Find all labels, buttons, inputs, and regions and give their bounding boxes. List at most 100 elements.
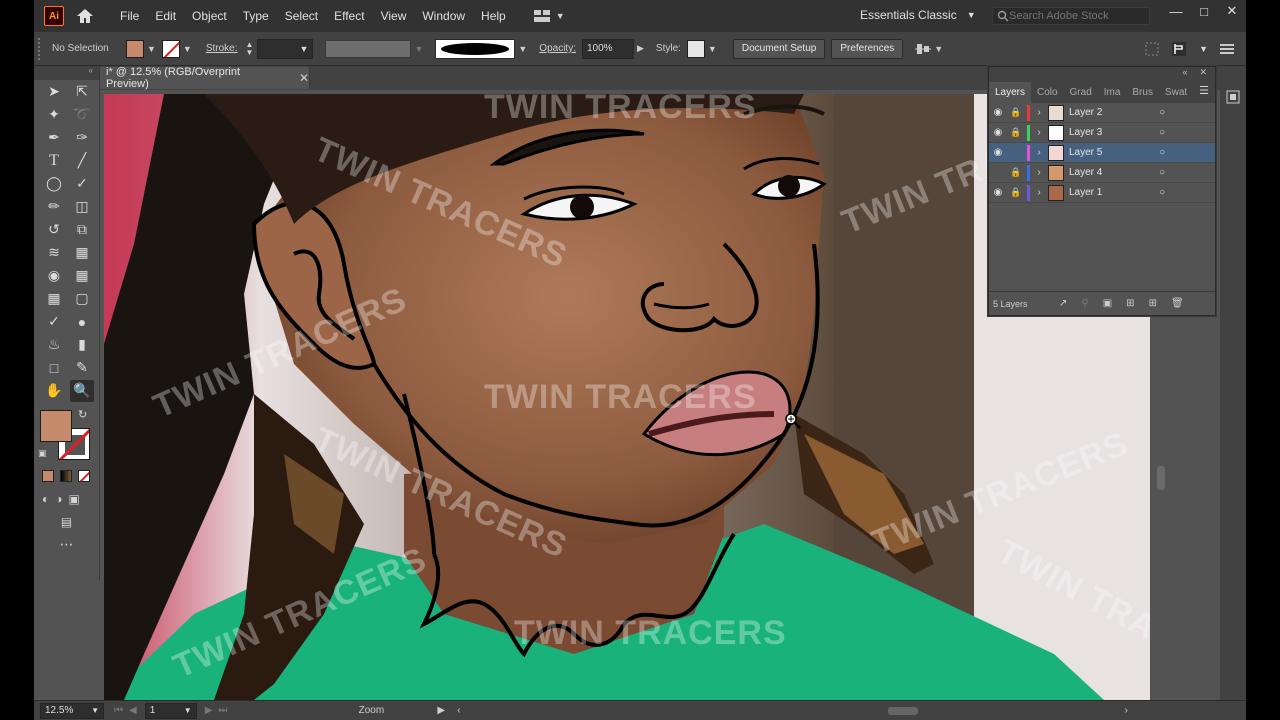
expand-chevron-icon[interactable]: › — [1030, 107, 1048, 118]
last-artboard-icon[interactable]: ⏭ — [218, 705, 227, 716]
chevron-down-icon[interactable]: ▼ — [147, 44, 156, 54]
menu-view[interactable]: View — [373, 9, 415, 23]
menu-window[interactable]: Window — [414, 9, 473, 23]
graph-tool-icon[interactable]: ▮ — [70, 334, 94, 356]
pencil-tool-icon[interactable]: ✏ — [42, 196, 66, 218]
paintbrush-tool-icon[interactable]: ✓ — [70, 173, 94, 195]
expand-chevron-icon[interactable]: › — [1030, 127, 1048, 138]
scale-tool-icon[interactable]: ⧉ — [70, 219, 94, 241]
close-icon[interactable]: ✕ — [299, 71, 309, 85]
fill-color-box[interactable] — [40, 410, 72, 442]
first-artboard-icon[interactable]: ⏮ — [114, 705, 123, 716]
mesh-tool-icon[interactable]: ▦ — [42, 288, 66, 310]
chevron-down-icon[interactable]: ▼ — [414, 44, 423, 54]
pen-tool-icon[interactable]: ✒ — [42, 127, 66, 149]
magic-wand-tool-icon[interactable]: ✦ — [42, 104, 66, 126]
zoom-tool-icon[interactable]: 🔍 — [70, 379, 94, 402]
tab-swatches[interactable]: Swat — [1159, 87, 1193, 103]
shape-builder-tool-icon[interactable]: ◉ — [42, 265, 66, 287]
stroke-swatch[interactable] — [161, 39, 180, 58]
symbol-sprayer-tool-icon[interactable]: ♨ — [42, 334, 66, 356]
lock-icon[interactable]: 🔒 — [1007, 167, 1025, 178]
type-tool-icon[interactable]: T — [42, 150, 66, 172]
layer-row[interactable]: ◉ 🔒 › Layer 1 ○ — [989, 183, 1215, 203]
expand-chevron-icon[interactable]: › — [1030, 187, 1048, 198]
direct-selection-tool-icon[interactable]: ⇱ — [70, 81, 94, 103]
transform-icon[interactable] — [1145, 42, 1159, 56]
locate-object-icon[interactable]: ⚲ — [1081, 298, 1088, 309]
draw-normal-icon[interactable]: ◐ — [42, 492, 49, 506]
menu-help[interactable]: Help — [473, 9, 514, 23]
layer-name[interactable]: Layer 3 — [1069, 127, 1151, 138]
layer-row[interactable]: ◉ 🔒 › Layer 3 ○ — [989, 123, 1215, 143]
layer-row[interactable]: 🔒 › Layer 4 ○ — [989, 163, 1215, 183]
tab-layers[interactable]: Layers — [989, 82, 1031, 103]
layer-row[interactable]: ◉ › Layer 5 ○ — [989, 143, 1215, 163]
panel-menu-icon[interactable]: ☰ — [1193, 84, 1215, 103]
eyedropper-tool-icon[interactable]: ✓ — [42, 311, 66, 333]
fill-swatch[interactable] — [126, 39, 144, 58]
clipping-mask-icon[interactable]: ▣ — [1103, 298, 1112, 309]
visibility-eye-icon[interactable]: ◉ — [989, 107, 1007, 118]
document-tab[interactable]: i* @ 12.5% (RGB/Overprint Preview) ✕ — [100, 66, 310, 90]
draw-behind-icon[interactable]: ◑ — [55, 492, 62, 506]
layer-name[interactable]: Layer 5 — [1069, 147, 1151, 158]
close-button[interactable]: ✕ — [1218, 0, 1246, 22]
align-icon[interactable] — [915, 41, 932, 57]
panel-toggle-icon[interactable] — [1226, 90, 1240, 104]
menu-file[interactable]: File — [112, 9, 147, 23]
width-tool-icon[interactable]: ≋ — [42, 242, 66, 264]
stock-search-input[interactable] — [1009, 10, 1139, 22]
stroke-weight-field[interactable]: ▼ — [257, 38, 314, 59]
selection-tool-icon[interactable]: ➤ — [42, 81, 66, 103]
maximize-button[interactable]: □ — [1190, 0, 1218, 22]
arrange-documents-button[interactable]: ▼ — [533, 10, 565, 22]
visibility-eye-icon[interactable]: ◉ — [989, 147, 1007, 158]
more-tools-icon[interactable]: ⋯ — [60, 536, 74, 553]
minimize-button[interactable]: — — [1162, 0, 1190, 22]
free-transform-tool-icon[interactable]: ▦ — [70, 242, 94, 264]
stroke-weight-stepper[interactable]: ▲ ▼ — [246, 40, 254, 57]
lock-icon[interactable]: 🔒 — [1007, 127, 1025, 138]
tab-brushes[interactable]: Brus — [1126, 87, 1159, 103]
lock-icon[interactable]: 🔒 — [1007, 107, 1025, 118]
hand-tool-icon[interactable]: ✋ — [42, 380, 66, 402]
tab-color[interactable]: Colo — [1031, 87, 1064, 103]
default-colors-icon[interactable]: ▣ — [38, 448, 47, 459]
close-icon[interactable]: ✕ — [1199, 67, 1207, 79]
previous-artboard-icon[interactable]: ◀ — [129, 705, 137, 716]
perspective-grid-tool-icon[interactable]: ▦ — [70, 265, 94, 287]
panel-grip[interactable] — [38, 37, 44, 60]
graphic-style-swatch[interactable] — [686, 39, 705, 58]
menu-lines-icon[interactable] — [1220, 43, 1234, 55]
menu-select[interactable]: Select — [277, 9, 326, 23]
trash-icon[interactable]: 🗑 — [1171, 298, 1184, 309]
horizontal-scrollbar[interactable] — [468, 706, 1118, 715]
none-mode-swatch[interactable] — [78, 469, 90, 482]
preferences-button[interactable]: Preferences — [831, 38, 904, 59]
scroll-right-icon[interactable]: › — [1124, 705, 1127, 716]
status-menu-arrow-icon[interactable]: ▶ — [437, 705, 445, 716]
scroll-left-icon[interactable]: ‹ — [457, 705, 460, 716]
menu-object[interactable]: Object — [184, 9, 235, 23]
artboard-navigation-field[interactable]: 1 ▼ — [144, 702, 197, 719]
brush-definition[interactable] — [435, 38, 516, 59]
swap-colors-icon[interactable]: ↻ — [78, 408, 87, 421]
layer-name[interactable]: Layer 1 — [1069, 187, 1151, 198]
curvature-tool-icon[interactable]: ✑ — [70, 127, 94, 149]
layer-name[interactable]: Layer 4 — [1069, 167, 1151, 178]
draw-inside-icon[interactable]: ▣ — [69, 492, 80, 506]
chevron-down-icon[interactable]: ▼ — [708, 44, 717, 54]
screen-mode-icon[interactable]: ▤ — [61, 515, 72, 529]
target-circle-icon[interactable]: ○ — [1155, 147, 1169, 158]
vertical-scrollbar[interactable] — [1154, 316, 1168, 700]
document-setup-button[interactable]: Document Setup — [732, 38, 826, 59]
expand-chevron-icon[interactable]: › — [1030, 147, 1048, 158]
menu-effect[interactable]: Effect — [326, 9, 372, 23]
scrollbar-thumb[interactable] — [1157, 466, 1165, 490]
gradient-tool-icon[interactable]: ▢ — [70, 288, 94, 310]
menu-type[interactable]: Type — [235, 9, 277, 23]
opacity-field[interactable]: 100% — [581, 38, 634, 59]
target-circle-icon[interactable]: ○ — [1155, 167, 1169, 178]
chevron-down-icon[interactable]: ▼ — [518, 44, 527, 54]
